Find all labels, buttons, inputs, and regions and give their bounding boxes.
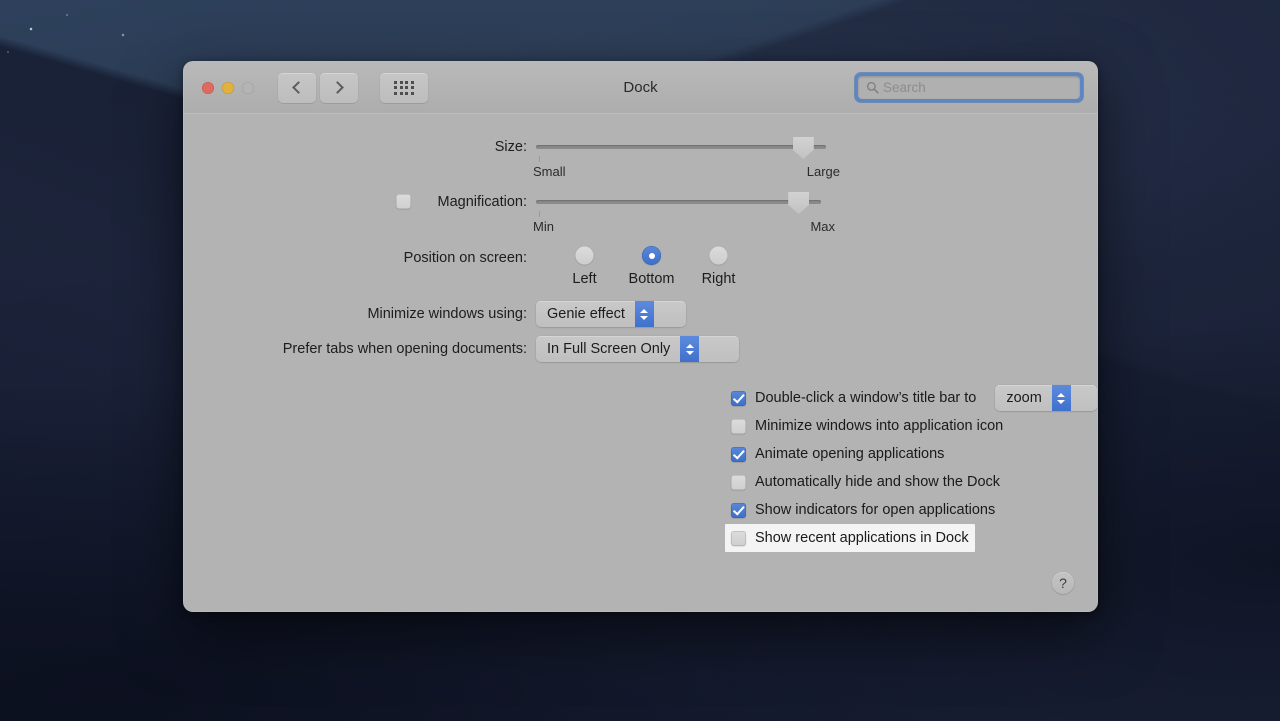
- auto-hide-label: Automatically hide and show the Dock: [755, 474, 1001, 490]
- size-slider-thumb[interactable]: [792, 137, 814, 159]
- double-click-action-value: zoom: [1006, 390, 1042, 406]
- checkbox-row-minimize-into-icon[interactable]: Minimize windows into application icon: [731, 412, 1097, 440]
- minimize-effect-popup[interactable]: Genie effect: [536, 301, 686, 327]
- position-row: Position on screen: Left Bottom Right: [184, 246, 1097, 287]
- size-slider-tick: [539, 156, 540, 162]
- checkbox-row-show-recent[interactable]: Show recent applications in Dock: [725, 524, 975, 552]
- position-option-right-label: Right: [701, 271, 736, 287]
- animate-opening-checkbox[interactable]: [731, 446, 746, 462]
- back-button[interactable]: [278, 72, 316, 103]
- dock-preferences-pane: Size: Small Large Magnification: Min Max…: [184, 114, 1097, 611]
- checkbox-row-auto-hide[interactable]: Automatically hide and show the Dock: [731, 468, 1097, 496]
- checkbox-row-animate-opening[interactable]: Animate opening applications: [731, 440, 1097, 468]
- size-label: Size:: [494, 139, 527, 155]
- show-recent-label: Show recent applications in Dock: [755, 530, 969, 546]
- animate-opening-label: Animate opening applications: [755, 446, 945, 462]
- magnification-slider[interactable]: Min Max: [533, 192, 835, 234]
- position-option-bottom[interactable]: Bottom: [618, 246, 685, 287]
- chevron-right-icon: [331, 81, 344, 94]
- show-recent-checkbox[interactable]: [731, 530, 746, 546]
- prefer-tabs-row: Prefer tabs when opening documents: In F…: [184, 336, 1097, 362]
- magnification-slider-thumb[interactable]: [788, 192, 810, 214]
- zoom-button: [242, 81, 254, 94]
- chevron-left-icon: [292, 81, 305, 94]
- chevron-updown-icon: [634, 301, 654, 327]
- size-min-label: Small: [533, 164, 566, 179]
- double-click-action-popup[interactable]: zoom: [995, 385, 1097, 411]
- show-indicators-checkbox[interactable]: [731, 502, 746, 518]
- show-indicators-label: Show indicators for open applications: [755, 502, 996, 518]
- size-row: Size: Small Large: [184, 137, 1097, 179]
- position-label: Position on screen:: [403, 250, 527, 266]
- magnification-slider-tick: [539, 211, 540, 217]
- show-all-preferences-button[interactable]: [380, 72, 428, 103]
- auto-hide-checkbox[interactable]: [731, 474, 746, 490]
- prefer-tabs-value: In Full Screen Only: [547, 341, 671, 357]
- position-option-bottom-label: Bottom: [628, 271, 675, 287]
- magnification-slider-track[interactable]: [536, 192, 821, 217]
- checkbox-row-double-click[interactable]: Double-click a window’s title bar to zoo…: [731, 384, 1097, 412]
- double-click-checkbox[interactable]: [731, 390, 746, 406]
- prefer-tabs-popup[interactable]: In Full Screen Only: [536, 336, 739, 362]
- search-input[interactable]: Search: [858, 76, 1080, 99]
- size-slider[interactable]: Small Large: [533, 137, 840, 179]
- magnification-row: Magnification: Min Max: [184, 192, 1097, 234]
- desktop-wallpaper: Dock Search Size: Small Large Magnificat…: [0, 0, 1280, 721]
- window-titlebar: Dock Search: [184, 62, 1097, 114]
- position-option-left-label: Left: [572, 271, 597, 287]
- position-option-left[interactable]: Left: [551, 246, 618, 287]
- traffic-lights: [202, 81, 254, 94]
- chevron-updown-icon: [1051, 385, 1071, 411]
- minimize-into-icon-label: Minimize windows into application icon: [755, 418, 1004, 434]
- double-click-label: Double-click a window’s title bar to: [755, 390, 977, 406]
- minimize-effect-value: Genie effect: [547, 306, 625, 322]
- size-max-label: Large: [806, 164, 840, 179]
- radio-right[interactable]: [709, 246, 728, 265]
- search-icon: [866, 81, 879, 94]
- system-preferences-window: Dock Search Size: Small Large Magnificat…: [183, 61, 1098, 612]
- magnification-label-wrap: Magnification:: [184, 193, 536, 211]
- close-button[interactable]: [202, 81, 214, 94]
- checkbox-row-show-indicators[interactable]: Show indicators for open applications: [731, 496, 1097, 524]
- chevron-updown-icon: [680, 336, 700, 362]
- radio-left[interactable]: [575, 246, 594, 265]
- position-option-right[interactable]: Right: [685, 246, 752, 287]
- size-slider-track[interactable]: [536, 137, 826, 162]
- magnification-checkbox[interactable]: [396, 194, 411, 209]
- magnification-label: Magnification:: [437, 194, 527, 210]
- prefer-tabs-label: Prefer tabs when opening documents:: [282, 341, 527, 357]
- minimize-into-icon-checkbox[interactable]: [731, 418, 746, 434]
- minimize-button[interactable]: [222, 81, 234, 94]
- grid-icon: [394, 80, 414, 95]
- radio-bottom[interactable]: [642, 246, 661, 265]
- help-button[interactable]: ?: [1052, 572, 1074, 594]
- magnification-max-label: Max: [810, 219, 835, 234]
- forward-button[interactable]: [320, 72, 358, 103]
- minimize-effect-label: Minimize windows using:: [367, 306, 527, 322]
- position-radio-group: Left Bottom Right: [551, 246, 1097, 287]
- search-placeholder: Search: [883, 80, 926, 95]
- dock-options-checklist: Double-click a window’s title bar to zoo…: [725, 384, 1097, 552]
- navigation-buttons: [278, 72, 358, 103]
- minimize-effect-row: Minimize windows using: Genie effect: [184, 301, 1097, 327]
- search-field-focus-ring: Search: [855, 73, 1083, 102]
- magnification-min-label: Min: [533, 219, 554, 234]
